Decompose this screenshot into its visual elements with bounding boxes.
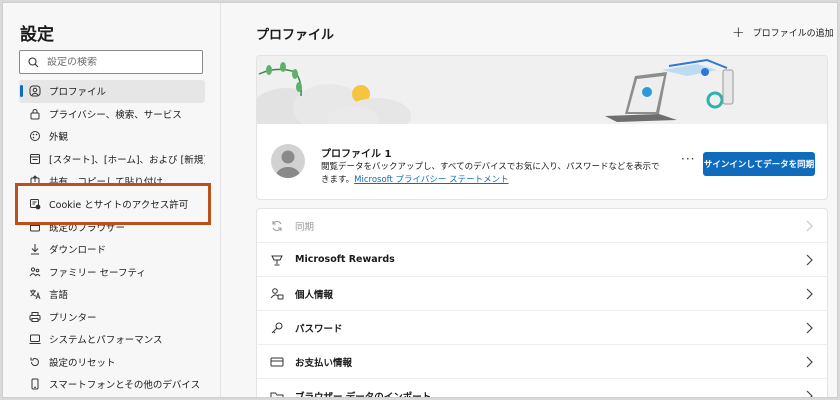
sidebar-item-privacy[interactable]: プライバシー、検索、サービス [19, 103, 205, 126]
sidebar-item-label: スマートフォンとその他のデバイス [49, 380, 201, 392]
sidebar: 設定 プロファイル プライバシー、検索、サービス 外観 [スタート]、[ホーム]… [3, 3, 221, 397]
cookie-permissions-icon [29, 198, 41, 210]
sidebar-item-cookies-site-permissions[interactable]: Cookie とサイトのアクセス許可 [19, 193, 205, 216]
row-payment-info[interactable]: お支払い情報 [257, 345, 827, 379]
sidebar-item-profile[interactable]: プロファイル [19, 80, 205, 103]
sidebar-item-system-performance[interactable]: システムとパフォーマンス [19, 328, 205, 351]
profile-banner-illustration [257, 56, 827, 144]
plus-icon: + [732, 23, 745, 41]
row-sync[interactable]: 同期 [257, 209, 827, 243]
import-icon [270, 389, 284, 397]
family-icon [29, 266, 41, 278]
language-icon [29, 288, 41, 300]
system-icon [29, 333, 41, 345]
row-passwords[interactable]: パスワード [257, 311, 827, 345]
sidebar-item-label: プライバシー、検索、サービス [49, 109, 182, 121]
sidebar-item-label: プロファイル [49, 87, 107, 99]
personal-info-icon [270, 287, 284, 301]
profile-name: プロファイル 1 [321, 149, 392, 160]
profile-row: プロファイル 1 閲覧データをバックアップし、すべてのデバイスでお気に入り、パス… [257, 124, 827, 199]
settings-window: 設定 プロファイル プライバシー、検索、サービス 外観 [スタート]、[ホーム]… [2, 2, 838, 398]
key-icon [270, 321, 284, 335]
search-icon [28, 56, 39, 67]
privacy-statement-link[interactable]: Microsoft プライバシー ステートメント [354, 175, 508, 185]
sidebar-item-label: ファミリー セーフティ [49, 267, 146, 279]
reset-icon [29, 356, 41, 368]
appearance-icon [29, 130, 41, 142]
avatar [271, 144, 305, 178]
main-content: プロファイル + プロファイルの追加 プロファイル 1 閲覧データをバックアップ… [222, 3, 837, 398]
sidebar-item-label: 言語 [49, 290, 69, 302]
settings-search[interactable] [19, 50, 203, 74]
chevron-right-icon [806, 322, 813, 334]
row-import-browser-data[interactable]: ブラウザー データのインポート [257, 379, 827, 398]
sidebar-item-label: プリンター [49, 312, 97, 324]
sidebar-item-label: 設定のリセット [49, 357, 116, 369]
row-label: お支払い情報 [295, 357, 353, 369]
sidebar-item-start-home-newtab[interactable]: [スタート]、[ホーム]、および [新規] タブ [19, 148, 205, 171]
row-label: ブラウザー データのインポート [295, 391, 432, 398]
row-label: 個人情報 [295, 289, 334, 301]
chevron-right-icon [806, 254, 813, 266]
more-options-button[interactable]: ··· [681, 152, 695, 166]
sidebar-item-phone-devices[interactable]: スマートフォンとその他のデバイス [19, 373, 205, 396]
download-icon [29, 243, 41, 255]
row-personal-info[interactable]: 個人情報 [257, 277, 827, 311]
sidebar-item-label: [スタート]、[ホーム]、および [新規] タブ [49, 154, 205, 166]
chevron-right-icon [806, 220, 813, 232]
page-title: プロファイル [256, 28, 335, 43]
add-profile-label: プロファイルの追加 [752, 29, 834, 39]
phone-icon [29, 378, 41, 390]
highlight-annotation-box: Cookie とサイトのアクセス許可 [15, 183, 211, 225]
chevron-right-icon [806, 390, 813, 397]
person-icon [276, 150, 300, 178]
chevron-right-icon [806, 288, 813, 300]
profile-description: 閲覧データをバックアップし、すべてのデバイスでお気に入り、パスワードなどを表示で… [321, 161, 661, 187]
sidebar-item-label: 外観 [49, 132, 69, 144]
profile-icon [29, 85, 41, 97]
sidebar-item-label: Cookie とサイトのアクセス許可 [49, 200, 189, 212]
sidebar-nav: プロファイル プライバシー、検索、サービス 外観 [スタート]、[ホーム]、およ… [19, 80, 205, 396]
card-icon [270, 355, 284, 369]
lock-icon [29, 108, 41, 120]
add-profile-button[interactable]: + プロファイルの追加 [732, 25, 834, 40]
sidebar-item-languages[interactable]: 言語 [19, 283, 205, 306]
row-label: パスワード [295, 323, 343, 335]
printer-icon [29, 311, 41, 323]
rewards-icon [270, 253, 284, 267]
row-microsoft-rewards[interactable]: Microsoft Rewards [257, 243, 827, 277]
chevron-right-icon [806, 356, 813, 368]
sidebar-title: 設定 [20, 25, 54, 45]
sidebar-item-downloads[interactable]: ダウンロード [19, 238, 205, 261]
row-label: 同期 [295, 221, 315, 233]
sidebar-item-label: ダウンロード [49, 245, 107, 257]
sidebar-item-family-safety[interactable]: ファミリー セーフティ [19, 261, 205, 284]
sign-in-sync-button[interactable]: サインインしてデータを同期 [703, 152, 815, 176]
sidebar-item-label: システムとパフォーマンス [49, 335, 163, 347]
search-input[interactable] [47, 56, 187, 68]
sync-icon [270, 219, 284, 233]
profile-card: プロファイル 1 閲覧データをバックアップし、すべてのデバイスでお気に入り、パス… [256, 55, 828, 200]
row-label: Microsoft Rewards [295, 254, 395, 265]
sidebar-item-appearance[interactable]: 外観 [19, 125, 205, 148]
profile-settings-list: 同期 Microsoft Rewards 個人情報 パスワード お支払い情報 ブ… [256, 208, 828, 398]
sidebar-item-reset-settings[interactable]: 設定のリセット [19, 351, 205, 374]
sidebar-item-printers[interactable]: プリンター [19, 306, 205, 329]
tabs-icon [29, 153, 41, 165]
banner-illustration [257, 56, 827, 144]
